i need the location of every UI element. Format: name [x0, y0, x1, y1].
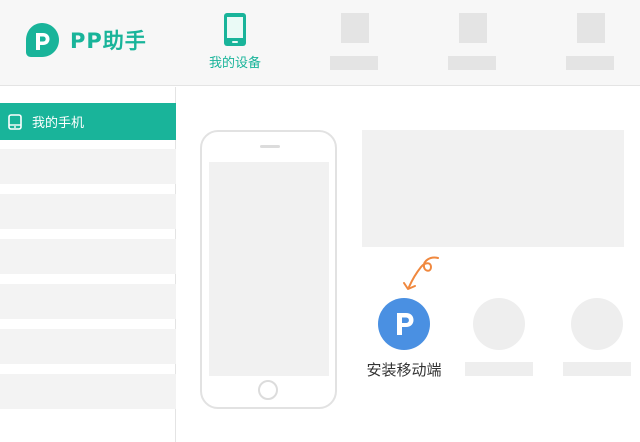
placeholder-app-icon: [473, 298, 525, 350]
phone-speaker: [260, 145, 280, 148]
install-mobile-label[interactable]: 安装移动端: [352, 359, 456, 380]
curved-arrow-icon: [403, 256, 439, 290]
placeholder-app-label: [465, 362, 533, 376]
placeholder-app-icon: [571, 298, 623, 350]
sidebar-placeholder-row[interactable]: [0, 374, 176, 409]
sidebar-item-label: 我的手机: [32, 116, 85, 131]
top-header: PP助手 我的设备: [0, 0, 640, 86]
phone-screen: [209, 162, 329, 376]
tab-placeholder-3[interactable]: [566, 0, 640, 86]
placeholder-label: [448, 56, 496, 70]
tab-placeholder-1[interactable]: [330, 0, 410, 86]
sidebar: 我的手机: [0, 87, 176, 442]
placeholder-icon: [577, 13, 605, 43]
placeholder-icon: [341, 13, 369, 43]
placeholder-label: [330, 56, 378, 70]
sidebar-placeholder-row[interactable]: [0, 194, 176, 229]
sidebar-placeholder-row[interactable]: [0, 149, 176, 184]
tab-placeholder-2[interactable]: [448, 0, 528, 86]
phone-illustration: [200, 130, 337, 409]
phone-home-button: [258, 380, 278, 400]
tablet-icon: [8, 113, 22, 130]
sidebar-placeholder-row[interactable]: [0, 284, 176, 319]
sidebar-item-my-phone[interactable]: 我的手机: [0, 103, 176, 140]
placeholder-label: [566, 56, 614, 70]
tab-my-devices[interactable]: 我的设备: [198, 0, 278, 86]
pp-app-icon[interactable]: [378, 298, 430, 350]
placeholder-app-label: [563, 362, 631, 376]
placeholder-icon: [459, 13, 487, 43]
sidebar-placeholder-row[interactable]: [0, 239, 176, 274]
sidebar-placeholder-row[interactable]: [0, 329, 176, 364]
pp-logo-icon: [26, 23, 59, 57]
phone-icon: [224, 13, 246, 46]
banner-placeholder: [362, 130, 624, 247]
app-logo[interactable]: PP助手: [22, 20, 147, 60]
app-name: PP助手: [70, 29, 147, 53]
tab-my-devices-label: 我的设备: [208, 56, 261, 71]
